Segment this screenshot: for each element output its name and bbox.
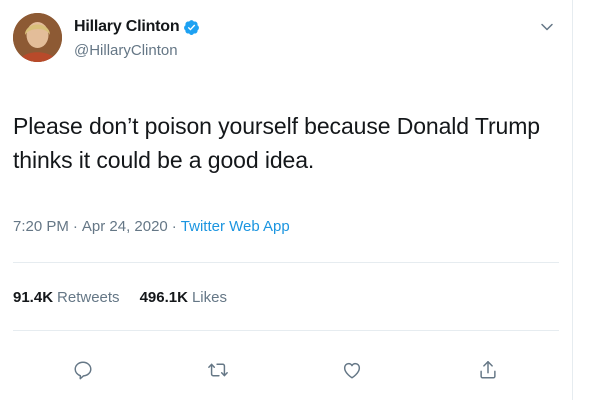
avatar[interactable]	[13, 13, 62, 62]
tweet-stats: 91.4K Retweets 496.1K Likes	[13, 289, 247, 306]
like-icon	[343, 362, 361, 379]
tweet-card: Hillary Clinton @HillaryClinton Please d…	[0, 0, 572, 400]
retweet-icon	[208, 363, 228, 377]
meta-separator: ·	[171, 218, 177, 235]
likes-count: 496.1K	[139, 289, 188, 306]
meta-separator: ·	[72, 218, 78, 235]
like-button[interactable]	[334, 352, 370, 388]
reply-icon	[74, 361, 92, 380]
author-name-row[interactable]: Hillary Clinton	[74, 16, 200, 38]
tweet-meta: 7:20 PM · Apr 24, 2020 · Twitter Web App	[13, 218, 290, 235]
tweet-time[interactable]: 7:20 PM	[13, 218, 69, 235]
chevron-down-icon[interactable]	[540, 20, 554, 34]
share-button[interactable]	[470, 352, 506, 388]
reply-button[interactable]	[65, 352, 101, 388]
panel-border	[572, 0, 573, 400]
tweet-source-link[interactable]: Twitter Web App	[181, 218, 290, 235]
divider	[13, 330, 559, 331]
tweet-actions	[0, 352, 572, 388]
verified-badge-icon	[184, 19, 200, 35]
retweets-count: 91.4K	[13, 289, 54, 306]
tweet-text: Please don’t poison yourself because Don…	[13, 113, 540, 173]
divider	[13, 262, 559, 263]
share-icon	[480, 361, 496, 379]
likes-label: Likes	[191, 289, 227, 306]
retweets-stat[interactable]: 91.4K Retweets	[13, 289, 120, 306]
author-display-name[interactable]: Hillary Clinton	[74, 18, 180, 36]
tweet-date[interactable]: Apr 24, 2020	[82, 218, 168, 235]
likes-stat[interactable]: 496.1K Likes	[140, 289, 227, 306]
author-handle[interactable]: @HillaryClinton	[74, 42, 178, 59]
retweet-button[interactable]	[200, 352, 236, 388]
retweets-label: Retweets	[57, 289, 120, 306]
